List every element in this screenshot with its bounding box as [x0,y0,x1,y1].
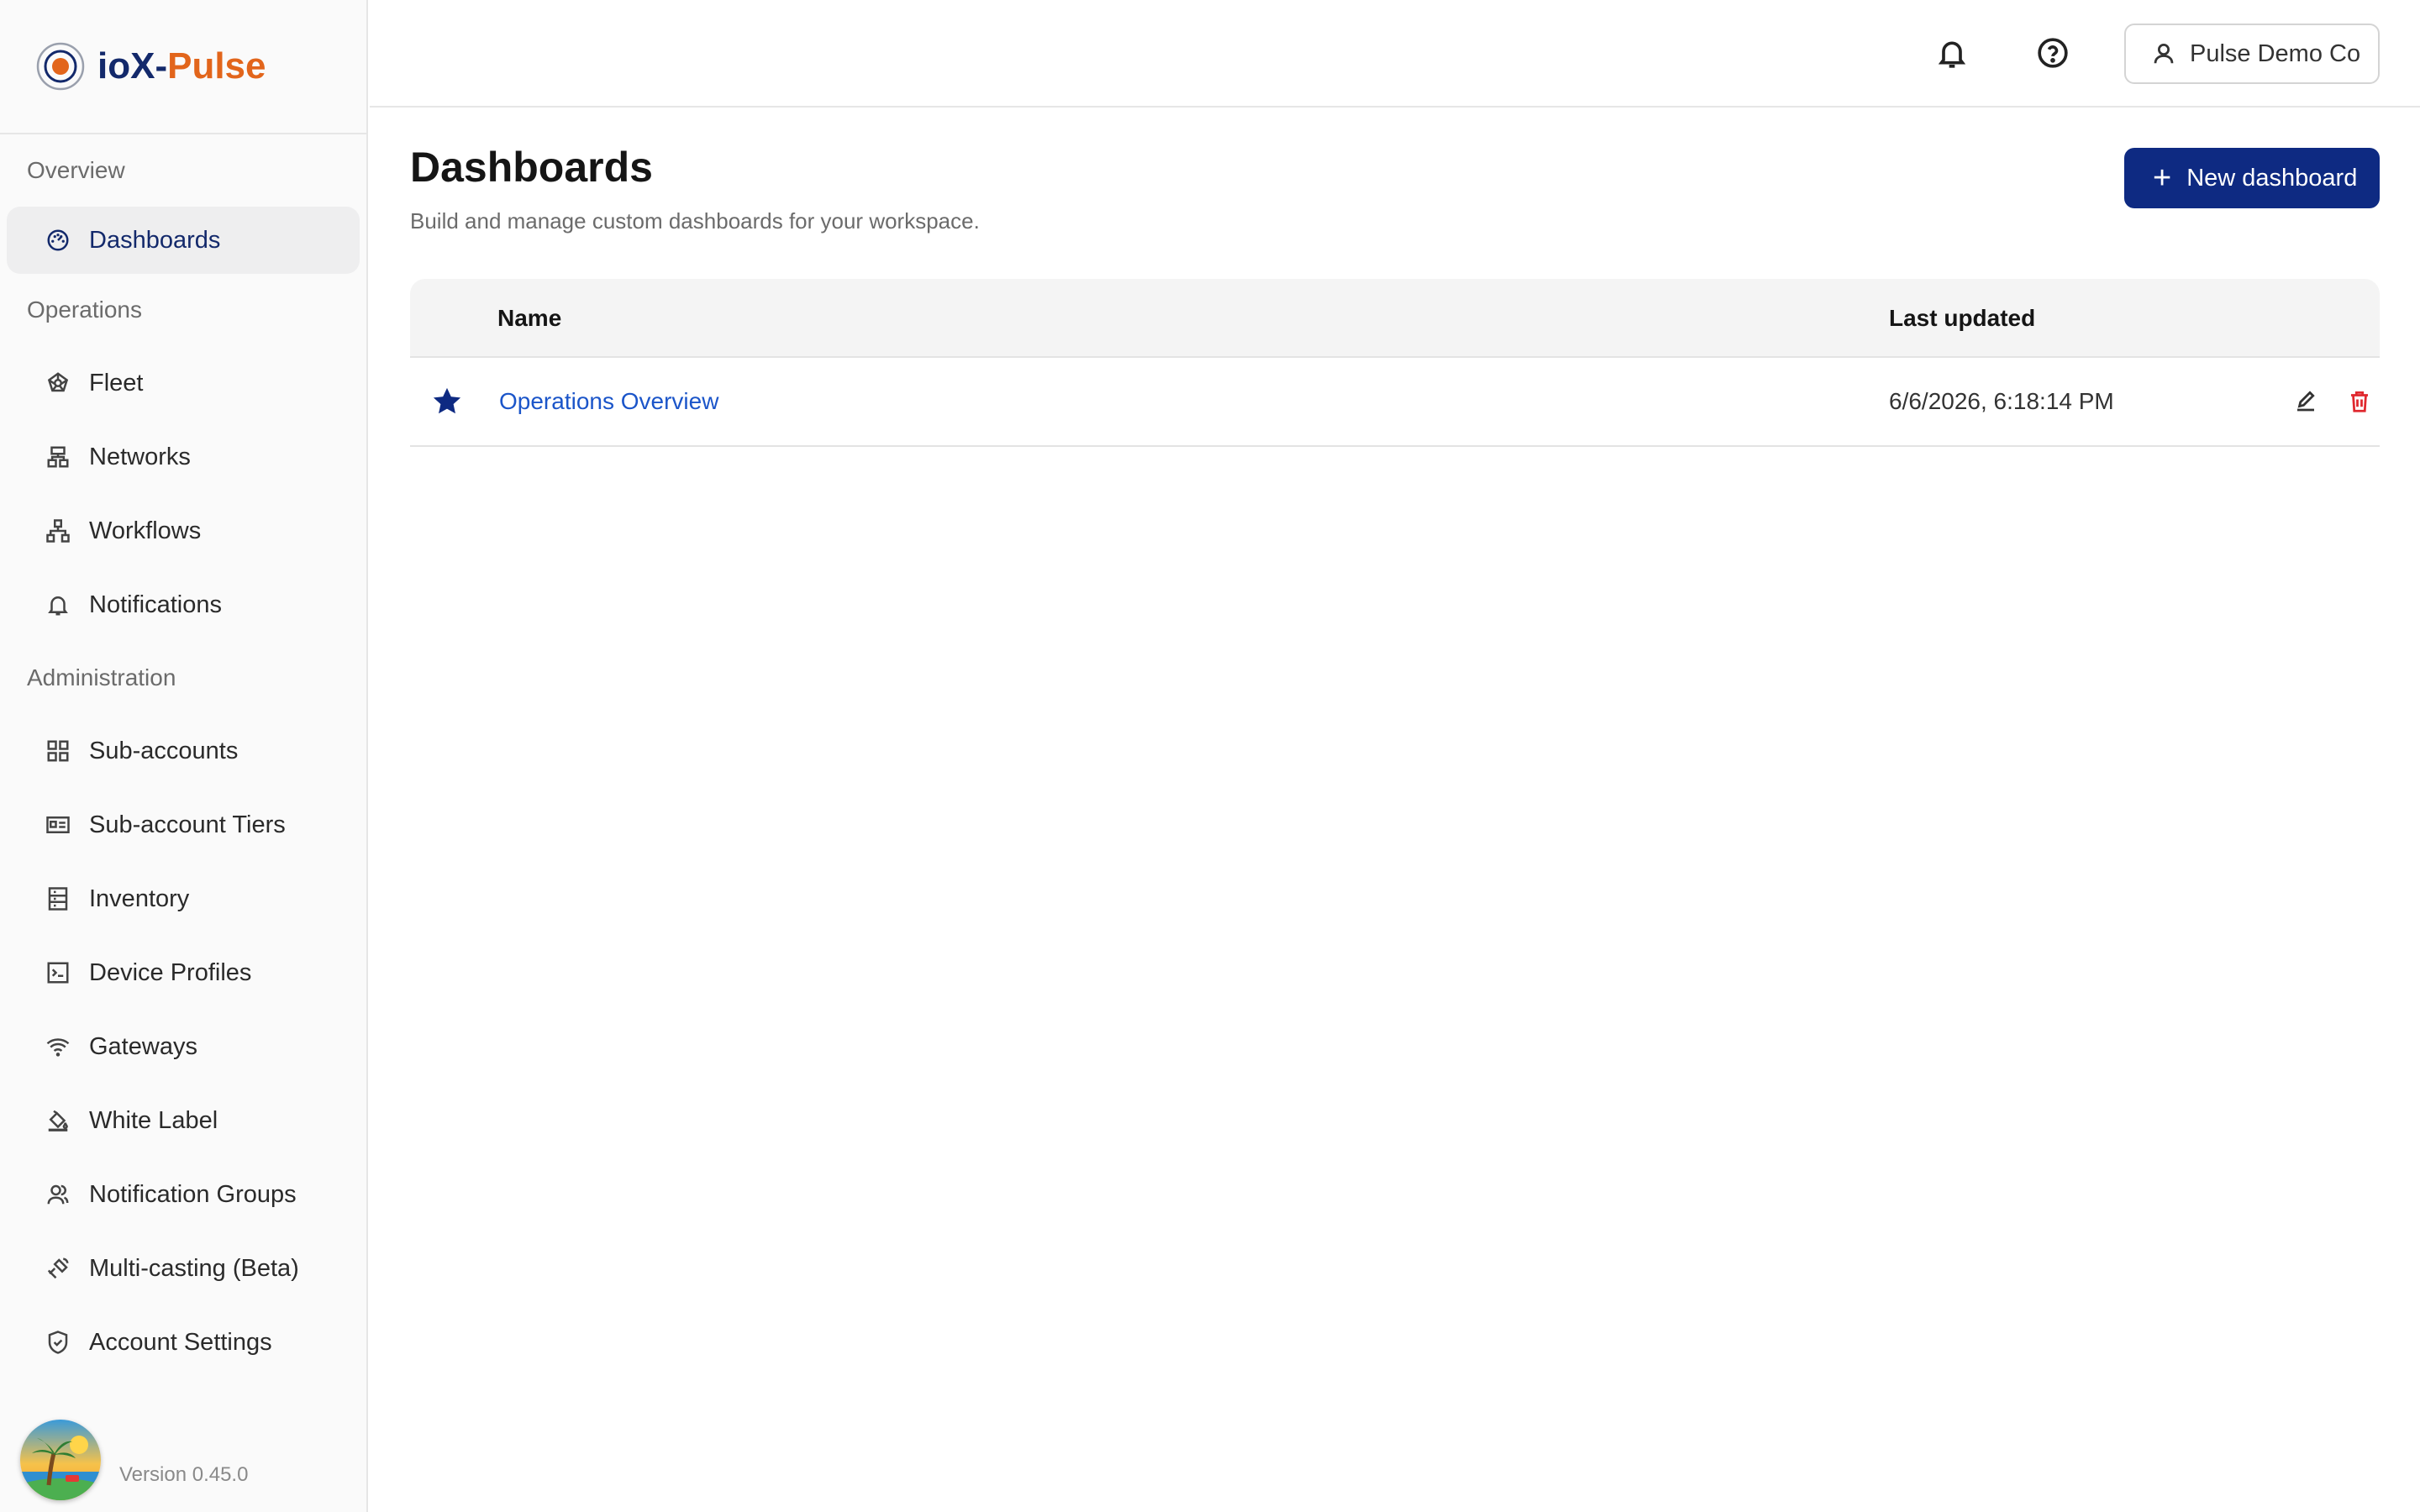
sidebar-item-label: Notifications [89,591,222,618]
new-dashboard-label: New dashboard [2186,164,2358,192]
trash-icon [2351,391,2368,412]
sidebar-item-label: Dashboards [89,226,221,254]
sidebar-item-label: Account Settings [89,1328,272,1356]
sidebar-item-device-profiles[interactable]: Device Profiles [0,936,366,1010]
logo[interactable]: ioX-Pulse [0,0,366,134]
user-icon [2154,44,2174,64]
sidebar-nav: Overview Dashboards Operations Fleet Net… [0,134,366,1379]
sidebar-item-fleet[interactable]: Fleet [0,346,366,420]
delete-button[interactable] [2343,385,2376,418]
logo-mark-icon [36,42,85,91]
pencil-icon [2297,391,2315,412]
page-subtitle: Build and manage custom dashboards for y… [410,208,980,234]
sidebar-item-dashboards[interactable]: Dashboards [7,207,360,274]
sidebar-item-label: Multi-casting (Beta) [89,1254,299,1282]
sidebar-item-label: Gateways [89,1032,197,1060]
sidebar-item-label: Workflows [89,517,202,544]
sidebar-item-label: Device Profiles [89,958,252,986]
column-header-name: Name [497,305,562,331]
app-version: Version 0.45.0 [119,1463,249,1486]
sidebar-item-white-label[interactable]: White Label [0,1084,366,1158]
grid-icon [44,737,72,765]
help-button[interactable] [2032,32,2074,74]
gauge-icon [44,226,72,255]
shield-icon [44,1328,72,1357]
app-name: ioX-Pulse [97,45,266,87]
bell-icon [44,591,72,619]
sidebar-item-account-settings[interactable]: Account Settings [0,1305,366,1379]
new-dashboard-button[interactable]: + New dashboard [2124,148,2380,208]
id-card-icon [44,811,72,839]
inventory-icon [44,885,72,913]
section-overview: Overview [27,157,125,183]
sidebar-item-label: White Label [89,1106,218,1134]
star-icon [434,388,460,414]
account-button[interactable]: Pulse Demo Co [2124,24,2380,84]
account-name: Pulse Demo Co [2190,39,2361,67]
wifi-icon [44,1032,72,1061]
sidebar-item-label: Fleet [89,369,144,396]
sidebar-item-networks[interactable]: Networks [0,420,366,494]
help-icon [2038,38,2068,68]
sidebar-item-notifications[interactable]: Notifications [0,568,366,642]
sidebar-item-sub-account-tiers[interactable]: Sub-account Tiers [0,788,366,862]
star-button[interactable] [430,385,464,418]
sidebar-item-notification-groups[interactable]: Notification Groups [0,1158,366,1231]
avatar-beach-icon [20,1420,101,1500]
edit-button[interactable] [2289,385,2323,418]
page-title: Dashboards [410,144,653,191]
column-header-last-updated: Last updated [1889,305,2036,331]
bell-icon [1938,41,1966,68]
dashboards-table: Name Last updated Operations Overview 6/… [410,279,2380,447]
topbar: Pulse Demo Co [370,0,2420,108]
sidebar-item-gateways[interactable]: Gateways [0,1010,366,1084]
fleet-icon [44,369,72,397]
terminal-icon [44,958,72,987]
sidebar-item-label: Sub-account Tiers [89,811,286,838]
sidebar-item-label: Notification Groups [89,1180,297,1208]
last-updated-value: 6/6/2026, 6:18:14 PM [1889,388,2114,414]
sidebar-item-label: Networks [89,443,191,470]
section-administration: Administration [27,664,176,690]
users-icon [44,1180,72,1209]
sidebar-item-label: Inventory [89,885,190,912]
main-content: Dashboards Build and manage custom dashb… [370,109,2420,1512]
sidebar-item-sub-accounts[interactable]: Sub-accounts [0,714,366,788]
workflow-icon [44,517,72,545]
table-header: Name Last updated [410,279,2380,358]
sidebar-item-workflows[interactable]: Workflows [0,494,366,568]
sidebar-item-inventory[interactable]: Inventory [0,862,366,936]
sidebar-item-label: Sub-accounts [89,737,239,764]
notifications-button[interactable] [1931,32,1973,74]
sidebar-item-multi-casting[interactable]: Multi-casting (Beta) [0,1231,366,1305]
dashboard-link[interactable]: Operations Overview [499,358,718,445]
sidebar: ioX-Pulse Overview Dashboards Operations… [0,0,368,1512]
table-row: Operations Overview 6/6/2026, 6:18:14 PM [410,358,2380,447]
network-icon [44,443,72,471]
section-operations: Operations [27,297,142,323]
paint-bucket-icon [44,1106,72,1135]
satellite-icon [44,1254,72,1283]
plus-icon: + [2153,160,2172,196]
avatar[interactable] [20,1420,101,1500]
sidebar-footer: Version 0.45.0 [0,1403,366,1512]
